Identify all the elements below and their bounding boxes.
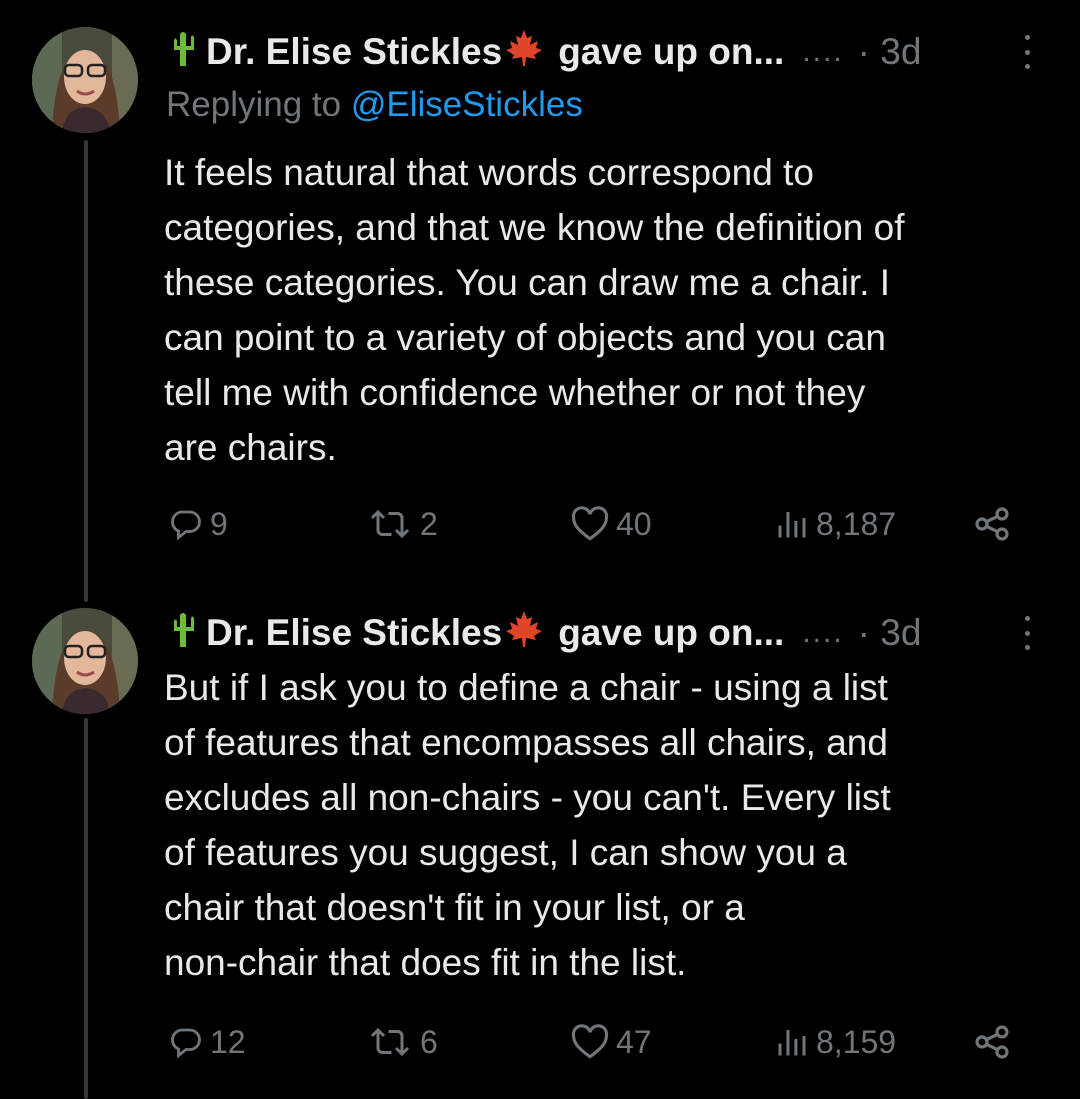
views-button[interactable]: 8,187 xyxy=(774,501,896,547)
repost-count: 2 xyxy=(420,505,438,542)
maple-leaf-icon xyxy=(504,28,544,77)
tweet-header: Dr. Elise Stickles gave up on... .... · … xyxy=(166,608,1050,658)
replying-to: Replying to @EliseStickles xyxy=(166,85,583,125)
timestamp[interactable]: · 3d xyxy=(858,612,922,654)
views-button[interactable]: 8,159 xyxy=(774,1019,896,1065)
repost-icon xyxy=(366,1024,414,1060)
cactus-icon xyxy=(166,28,200,77)
tweet[interactable]: Dr. Elise Stickles gave up on... .... · … xyxy=(0,608,1080,1088)
reply-count: 9 xyxy=(210,505,228,542)
share-icon xyxy=(972,504,1012,544)
tweet-actions: 9 2 40 8,187 xyxy=(164,501,1034,547)
share-button[interactable] xyxy=(972,501,1012,547)
timestamp[interactable]: · 3d xyxy=(858,31,922,73)
reply-count: 12 xyxy=(210,1023,246,1060)
tweet-text: But if I ask you to define a chair - usi… xyxy=(164,667,891,983)
repost-icon xyxy=(366,506,414,542)
tweet-actions: 12 6 47 8,159 xyxy=(164,1019,1034,1065)
author-name-suffix[interactable]: gave up on... xyxy=(558,612,784,654)
tweet-header: Dr. Elise Stickles gave up on... .... · … xyxy=(166,27,1050,77)
reply-button[interactable]: 12 xyxy=(168,1019,246,1065)
reply-button[interactable]: 9 xyxy=(168,501,228,547)
reply-icon xyxy=(168,506,204,542)
author-name[interactable]: Dr. Elise Stickles xyxy=(206,31,502,73)
handle-truncated: .... xyxy=(802,616,844,649)
author-name[interactable]: Dr. Elise Stickles xyxy=(206,612,502,654)
handle-truncated: .... xyxy=(802,35,844,68)
more-options-icon[interactable] xyxy=(1022,616,1032,650)
share-button[interactable] xyxy=(972,1019,1012,1065)
reply-icon xyxy=(168,1024,204,1060)
author-name-suffix[interactable]: gave up on... xyxy=(558,31,784,73)
like-button[interactable]: 47 xyxy=(570,1019,652,1065)
share-icon xyxy=(972,1022,1012,1062)
repost-button[interactable]: 2 xyxy=(366,501,438,547)
heart-icon xyxy=(570,506,610,542)
repost-count: 6 xyxy=(420,1023,438,1060)
like-button[interactable]: 40 xyxy=(570,501,652,547)
more-options-icon[interactable] xyxy=(1022,35,1032,69)
maple-leaf-icon xyxy=(504,609,544,658)
views-icon xyxy=(774,506,810,542)
views-count: 8,187 xyxy=(816,505,897,542)
replying-to-label: Replying to xyxy=(166,85,342,124)
tweet-text: It feels natural that words correspond t… xyxy=(164,152,905,468)
like-count: 47 xyxy=(616,1023,652,1060)
repost-button[interactable]: 6 xyxy=(366,1019,438,1065)
views-icon xyxy=(774,1024,810,1060)
views-count: 8,159 xyxy=(816,1023,897,1060)
avatar[interactable] xyxy=(32,608,138,714)
avatar[interactable] xyxy=(32,27,138,133)
heart-icon xyxy=(570,1024,610,1060)
cactus-icon xyxy=(166,609,200,658)
like-count: 40 xyxy=(616,505,652,542)
reply-mention-link[interactable]: @EliseStickles xyxy=(351,85,583,124)
tweet[interactable]: Dr. Elise Stickles gave up on... .... · … xyxy=(0,27,1080,557)
